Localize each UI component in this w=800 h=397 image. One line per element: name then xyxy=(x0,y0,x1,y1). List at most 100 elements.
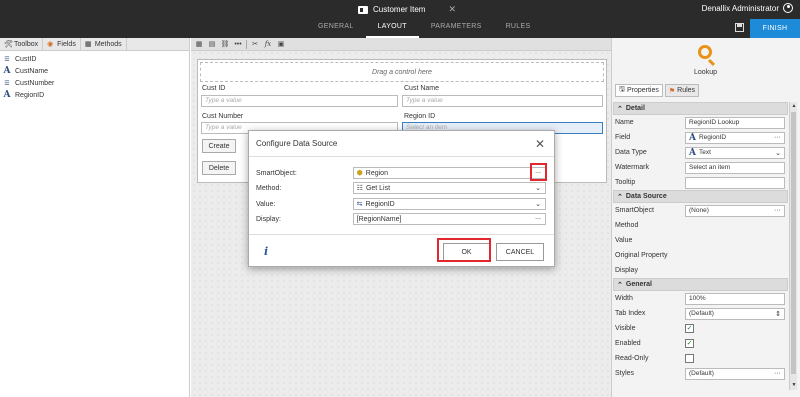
tab-rules-label: Rules xyxy=(677,87,696,94)
readonly-checkbox[interactable] xyxy=(685,354,694,363)
field-picker[interactable]: A RegionID ··· xyxy=(685,131,785,144)
close-icon[interactable]: ✕ xyxy=(535,137,545,151)
properties-grid: ⌃ Detail Name RegionID Lookup Field A Region… xyxy=(613,102,788,381)
ellipsis-icon[interactable]: ··· xyxy=(774,207,781,214)
name-field[interactable]: RegionID Lookup xyxy=(685,116,785,129)
datatype-value: Text xyxy=(698,149,711,156)
width-field[interactable]: 100% xyxy=(685,292,785,305)
drag-hint: Drag a control here xyxy=(200,62,604,82)
cust-name-input[interactable]: Type a value xyxy=(402,95,603,107)
collapse-icon: ⌃ xyxy=(617,281,623,289)
list-item-label: CustNumber xyxy=(15,79,55,87)
properties-scrollbar[interactable]: ▲ ▼ xyxy=(789,102,797,390)
value-select[interactable]: ⇆ RegionID ⌄ xyxy=(352,198,546,210)
styles-field[interactable]: (Default) ··· xyxy=(685,367,785,380)
smartobject-field[interactable]: (None) ··· xyxy=(685,204,785,217)
user-name: Denallix Administrator xyxy=(701,3,779,13)
prop-display: Display xyxy=(613,263,788,278)
delete-button[interactable]: Delete xyxy=(202,161,236,175)
tab-general[interactable]: GENERAL xyxy=(306,20,366,38)
toolbar-divider xyxy=(246,39,247,49)
list-item[interactable]: ☰ CustID xyxy=(2,53,189,65)
chevron-down-icon: ⌄ xyxy=(775,149,781,157)
tab-rules[interactable]: RULES xyxy=(494,20,543,38)
smartobject-icon: ⬢ xyxy=(356,170,363,177)
cancel-button[interactable]: CANCEL xyxy=(496,243,544,261)
list-item-label: CustID xyxy=(15,55,37,63)
list-item[interactable]: A CustName xyxy=(2,65,189,77)
finish-button[interactable]: FINISH xyxy=(750,19,800,38)
canvas-toolbar: ▦ ▤ ⛓ ••• ✂ fx ▣ xyxy=(191,38,611,51)
prop-label: Field xyxy=(615,134,631,141)
tab-properties[interactable]: 🖫 Properties xyxy=(615,84,663,97)
stepper-icon[interactable]: ⇕ xyxy=(775,310,781,318)
grid-icon[interactable]: ▤ xyxy=(207,40,217,49)
user-menu[interactable]: Denallix Administrator xyxy=(702,3,793,13)
tab-methods[interactable]: ▦ Methods xyxy=(81,38,127,50)
scroll-down-icon[interactable]: ▼ xyxy=(790,382,798,388)
list-item[interactable]: ☰ CustNumber xyxy=(2,77,189,89)
ellipsis-icon[interactable]: ··· xyxy=(774,134,781,141)
method-select[interactable]: ☷ Get List ⌄ xyxy=(352,182,546,194)
visible-checkbox[interactable]: ✓ xyxy=(685,324,694,333)
prop-enabled: Enabled ✓ xyxy=(613,336,788,351)
ellipsis-icon[interactable]: ... xyxy=(535,214,541,221)
section-detail[interactable]: ⌃ Detail xyxy=(613,102,788,115)
prop-tabindex: Tab Index (Default) ⇕ xyxy=(613,306,788,321)
tab-parameters[interactable]: PARAMETERS xyxy=(419,20,494,38)
top-bar: Customer Item ✕ Denallix Administrator G… xyxy=(0,0,800,38)
text-field-icon: A xyxy=(3,90,11,100)
display-value: [RegionName] xyxy=(356,215,402,223)
styles-value: (Default) xyxy=(689,370,714,377)
display-field[interactable]: [RegionName] ... xyxy=(352,213,546,225)
datatype-select[interactable]: A Text ⌄ xyxy=(685,146,785,159)
scrollbar-thumb[interactable] xyxy=(791,112,796,374)
tabindex-value: (Default) xyxy=(689,310,714,317)
cut-icon[interactable]: ✂ xyxy=(250,40,260,49)
link-icon[interactable]: ⛓ xyxy=(220,40,230,49)
tab-toolbox[interactable]: 🛠 Toolbox xyxy=(0,38,44,50)
tab-rules-panel[interactable]: ⚑ Rules xyxy=(664,84,700,97)
ellipsis-icon[interactable]: ··· xyxy=(774,370,781,377)
save-icon[interactable] xyxy=(735,23,744,32)
chevron-down-icon: ⌄ xyxy=(535,185,541,192)
close-tab-icon[interactable]: ✕ xyxy=(448,4,456,15)
dialog-header: Configure Data Source ✕ xyxy=(249,131,554,157)
prop-label: Value xyxy=(615,237,633,244)
prop-visible: Visible ✓ xyxy=(613,321,788,336)
watermark-field[interactable]: Select an item xyxy=(685,161,785,174)
property-icon: ⇆ xyxy=(356,201,363,208)
label-cust-number: Cust Number xyxy=(202,113,244,120)
more-icon[interactable]: ••• xyxy=(233,40,243,49)
chevron-down-icon: ⌄ xyxy=(535,201,541,208)
smartobject-picker[interactable]: ⬢ Region ... xyxy=(352,167,546,179)
cust-id-input[interactable]: Type a value xyxy=(201,95,398,107)
section-general[interactable]: ⌃ General xyxy=(613,278,788,291)
create-button[interactable]: Create xyxy=(202,139,236,153)
control-name: Lookup xyxy=(694,69,717,76)
prop-readonly: Read-Only xyxy=(613,351,788,366)
tab-fields[interactable]: ◉ Fields xyxy=(43,38,81,50)
right-panel-tabs: 🖫 Properties ⚑ Rules xyxy=(615,84,700,97)
camera-icon[interactable]: ▣ xyxy=(276,40,286,49)
dialog-footer: i OK CANCEL xyxy=(249,234,554,267)
tooltip-field[interactable] xyxy=(685,176,785,189)
tab-layout[interactable]: LAYOUT xyxy=(365,20,419,38)
section-data-source[interactable]: ⌃ Data Source xyxy=(613,190,788,203)
toolbox-icon: 🛠 xyxy=(4,41,13,48)
tabindex-stepper[interactable]: (Default) ⇕ xyxy=(685,307,785,320)
field-list-icon: ☰ xyxy=(4,79,10,87)
prop-label: Visible xyxy=(615,325,636,332)
section-title: Detail xyxy=(625,105,645,112)
highlight-ok-annotation xyxy=(437,238,491,262)
info-icon[interactable]: i xyxy=(264,245,268,258)
fields-list: ☰ CustID A CustName ☰ CustNumber A RegionID xyxy=(0,51,189,101)
expression-icon[interactable]: fx xyxy=(263,40,273,49)
list-item[interactable]: A RegionID xyxy=(2,89,189,101)
table-icon[interactable]: ▦ xyxy=(194,40,204,49)
prop-tooltip: Tooltip xyxy=(613,175,788,190)
collapse-icon: ⌃ xyxy=(617,193,623,201)
scroll-up-icon[interactable]: ▲ xyxy=(790,103,798,109)
enabled-checkbox[interactable]: ✓ xyxy=(685,339,694,348)
field-list-icon: ☰ xyxy=(4,55,10,63)
